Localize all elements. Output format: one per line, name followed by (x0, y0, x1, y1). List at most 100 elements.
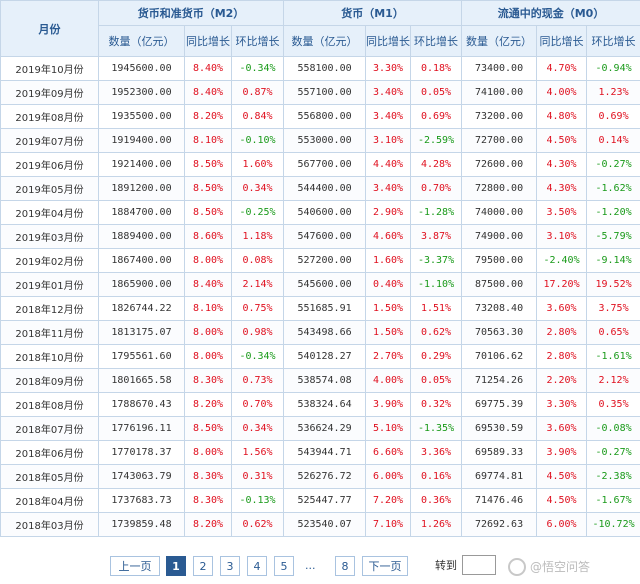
cell-m2-yoy: 8.20% (184, 512, 232, 537)
cell-month: 2018年12月份 (0, 296, 99, 321)
cell-m0: 69775.39 (461, 392, 538, 417)
cell-month: 2018年03月份 (0, 512, 99, 537)
cell-m1-yoy: 3.40% (365, 80, 412, 105)
cell-m2-yoy: 8.00% (184, 248, 232, 273)
cell-m1-yoy: 0.40% (365, 272, 412, 297)
money-supply-table: 月份 货币和准货币（M2） 货币（M1） 流通中的现金（M0） 数量（亿元） 同… (0, 0, 640, 537)
header-m0-mom: 环比增长 (586, 25, 640, 57)
cell-m1-mom: 0.32% (410, 392, 463, 417)
cell-m0: 69589.33 (461, 440, 538, 465)
cell-m0-mom: -0.94% (586, 56, 640, 81)
cell-m2: 1945600.00 (98, 56, 185, 81)
cell-m1-yoy: 7.20% (365, 488, 412, 513)
cell-m1: 543498.66 (283, 320, 367, 345)
page-button-3[interactable]: 3 (220, 556, 240, 576)
cell-m2-mom: 1.18% (230, 224, 285, 249)
cell-month: 2018年06月份 (0, 440, 99, 465)
page-button-1[interactable]: 1 (166, 556, 186, 576)
cell-m2: 1826744.22 (98, 296, 185, 321)
pagination: 上一页 1 2 3 4 5 ... 8 下一页 转到 @悟空问答 (0, 552, 640, 584)
cell-month: 2018年09月份 (0, 368, 99, 393)
table-row: 2019年09月份 1952300.00 8.40% 0.87% 557100.00 3.… (0, 80, 640, 105)
table-row: 2019年01月份 1865900.00 8.40% 2.14% 545600.00 0.… (0, 272, 640, 297)
cell-m2-yoy: 8.10% (184, 296, 232, 321)
cell-m1-mom: 3.36% (410, 440, 463, 465)
cell-m2: 1919400.00 (98, 128, 185, 153)
cell-m0-mom: -1.20% (586, 200, 640, 225)
cell-m2-mom: 0.75% (230, 296, 285, 321)
cell-m1: 538324.64 (283, 392, 367, 417)
cell-m2: 1921400.00 (98, 152, 185, 177)
cell-month: 2019年02月份 (0, 248, 99, 273)
cell-m2: 1867400.00 (98, 248, 185, 273)
table-row: 2019年02月份 1867400.00 8.00% 0.08% 527200.00 1.… (0, 248, 640, 273)
page-button-2[interactable]: 2 (193, 556, 213, 576)
table-row: 2018年10月份 1795561.60 8.00% -0.34% 540128.27 2… (0, 344, 640, 369)
cell-m1: 558100.00 (283, 56, 367, 81)
cell-m1-mom: 0.18% (410, 56, 463, 81)
table-row: 2018年12月份 1826744.22 8.10% 0.75% 551685.91 1.… (0, 296, 640, 321)
cell-m2-yoy: 8.20% (184, 104, 232, 129)
cell-m1-yoy: 2.90% (365, 200, 412, 225)
cell-m0: 87500.00 (461, 272, 538, 297)
cell-m0: 71254.26 (461, 368, 538, 393)
cell-m1: 544400.00 (283, 176, 367, 201)
cell-m1-yoy: 3.40% (365, 104, 412, 129)
cell-m2-yoy: 8.00% (184, 440, 232, 465)
cell-m0: 71476.46 (461, 488, 538, 513)
cell-m2-mom: 0.62% (230, 512, 285, 537)
cell-m0-yoy: 2.20% (536, 368, 588, 393)
cell-m0-yoy: 4.70% (536, 56, 588, 81)
cell-m1-mom: 0.16% (410, 464, 463, 489)
page-button-5[interactable]: 5 (274, 556, 294, 576)
cell-m2-mom: 0.84% (230, 104, 285, 129)
cell-m0: 73200.00 (461, 104, 538, 129)
cell-m0-mom: -0.08% (586, 416, 640, 441)
page-button-4[interactable]: 4 (247, 556, 267, 576)
table-row: 2018年06月份 1770178.37 8.00% 1.56% 543944.71 6.… (0, 440, 640, 465)
page-button-last[interactable]: 8 (335, 556, 355, 576)
cell-m0: 70563.30 (461, 320, 538, 345)
cell-m2-yoy: 8.00% (184, 320, 232, 345)
cell-m0-mom: -9.14% (586, 248, 640, 273)
watermark-text: @悟空问答 (530, 560, 591, 574)
goto-page-input[interactable] (462, 555, 496, 575)
table-row: 2019年04月份 1884700.00 8.50% -0.25% 540600.00 2… (0, 200, 640, 225)
header-m1: 货币（M1） (283, 0, 463, 26)
cell-m0-yoy: 4.30% (536, 152, 588, 177)
cell-m1-mom: 0.36% (410, 488, 463, 513)
table-row: 2018年04月份 1737683.73 8.30% -0.13% 525447.77 7… (0, 488, 640, 513)
cell-m0-yoy: 4.30% (536, 176, 588, 201)
cell-m1-mom: -2.59% (410, 128, 463, 153)
cell-m2-mom: 0.08% (230, 248, 285, 273)
cell-m0-mom: -0.27% (586, 152, 640, 177)
cell-m1: 523540.07 (283, 512, 367, 537)
prev-page-button[interactable]: 上一页 (110, 556, 160, 576)
cell-month: 2019年08月份 (0, 104, 99, 129)
cell-month: 2019年05月份 (0, 176, 99, 201)
cell-m0-yoy: 17.20% (536, 272, 588, 297)
cell-m1-mom: -1.35% (410, 416, 463, 441)
cell-m0-yoy: 3.10% (536, 224, 588, 249)
table-row: 2019年06月份 1921400.00 8.50% 1.60% 567700.00 4.… (0, 152, 640, 177)
cell-m2-mom: 0.73% (230, 368, 285, 393)
cell-m1-mom: 0.29% (410, 344, 463, 369)
cell-m2: 1770178.37 (98, 440, 185, 465)
cell-m2: 1788670.43 (98, 392, 185, 417)
cell-m0-mom: -1.67% (586, 488, 640, 513)
cell-m1: 536624.29 (283, 416, 367, 441)
cell-m2-yoy: 8.20% (184, 392, 232, 417)
cell-m0-mom: -1.61% (586, 344, 640, 369)
header-m1-quantity: 数量（亿元） (283, 25, 367, 57)
cell-m2-mom: 0.31% (230, 464, 285, 489)
cell-m1-yoy: 5.10% (365, 416, 412, 441)
cell-m0-yoy: 2.80% (536, 344, 588, 369)
cell-m1-yoy: 3.90% (365, 392, 412, 417)
cell-m1-yoy: 7.10% (365, 512, 412, 537)
cell-m2-yoy: 8.40% (184, 272, 232, 297)
next-page-button[interactable]: 下一页 (362, 556, 408, 576)
cell-m2-mom: 0.70% (230, 392, 285, 417)
header-m0-yoy: 同比增长 (536, 25, 588, 57)
cell-m2: 1739859.48 (98, 512, 185, 537)
cell-m2-mom: 0.98% (230, 320, 285, 345)
